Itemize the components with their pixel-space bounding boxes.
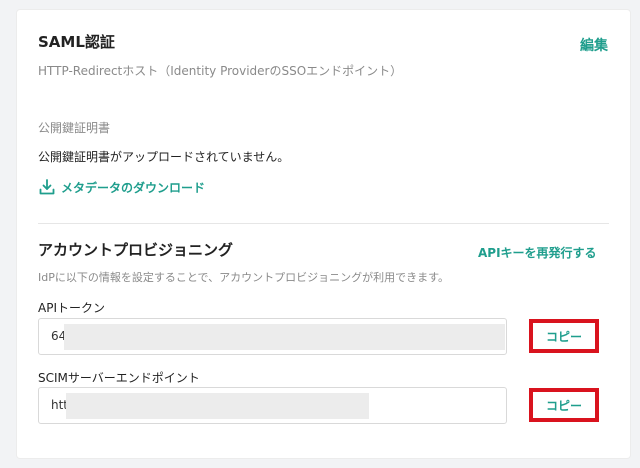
api-token-label: APIトークン xyxy=(38,301,105,315)
saml-settings-card: SAML認証 編集 HTTP-Redirectホスト（Identity Prov… xyxy=(17,10,630,458)
public-key-cert-status: 公開鍵証明書がアップロードされていません。 xyxy=(38,150,290,164)
reissue-api-key-link[interactable]: APIキーを再発行する xyxy=(478,244,597,261)
api-token-redaction xyxy=(64,324,505,350)
api-token-field[interactable]: 64 xyxy=(38,318,507,355)
scim-endpoint-label: SCIMサーバーエンドポイント xyxy=(38,371,200,385)
copy-api-token-button[interactable]: コピー xyxy=(529,319,599,353)
metadata-download-label: メタデータのダウンロード xyxy=(61,180,206,195)
provisioning-description: IdPに以下の情報を設定することで、アカウントプロビジョニングが利用できます。 xyxy=(38,271,449,284)
copy-scim-endpoint-button[interactable]: コピー xyxy=(529,388,599,422)
scim-endpoint-field[interactable]: htt xyxy=(38,387,507,424)
saml-redirect-host-label: HTTP-Redirectホスト（Identity ProviderのSSOエン… xyxy=(38,64,403,78)
scim-endpoint-redaction xyxy=(66,393,369,419)
edit-link[interactable]: 編集 xyxy=(580,35,608,55)
provisioning-section-title: アカウントプロビジョニング xyxy=(38,241,234,259)
download-icon xyxy=(39,179,55,195)
public-key-cert-label: 公開鍵証明書 xyxy=(38,121,111,135)
saml-section-title: SAML認証 xyxy=(38,33,115,51)
metadata-download-link[interactable]: メタデータのダウンロード xyxy=(38,178,205,196)
section-divider xyxy=(38,223,609,224)
